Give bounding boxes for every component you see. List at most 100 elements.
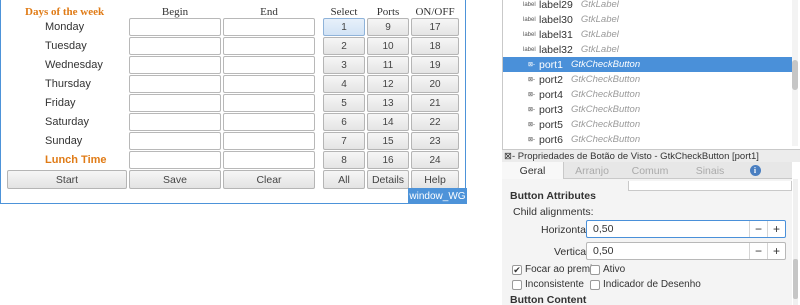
select-button[interactable]: 1 xyxy=(323,18,365,36)
onoff-button[interactable]: 20 xyxy=(411,75,459,93)
tree-item[interactable]: ⊠- port6 GtkCheckButton xyxy=(523,132,800,147)
tree-item-name: port3 xyxy=(539,103,563,116)
tree-scrollbar-thumb[interactable] xyxy=(792,60,798,90)
tab-accessibility[interactable]: i xyxy=(740,162,770,179)
begin-input[interactable] xyxy=(129,75,221,93)
day-label: Lunch Time xyxy=(45,154,107,166)
begin-input[interactable] xyxy=(129,18,221,36)
focus-on-press-checkbox[interactable]: ✔ Focar ao premir xyxy=(512,264,596,275)
vertical-increment-button[interactable]: + xyxy=(767,243,785,259)
select-button[interactable]: 4 xyxy=(323,75,365,93)
tree-item-type: GtkLabel xyxy=(580,44,619,55)
tab-arranjo[interactable]: Arranjo xyxy=(564,162,620,179)
tree-scrollbar[interactable] xyxy=(792,0,798,146)
end-input[interactable] xyxy=(223,37,315,55)
day-label: Thursday xyxy=(45,78,91,90)
onoff-button[interactable]: 22 xyxy=(411,113,459,131)
begin-input[interactable] xyxy=(129,151,221,169)
end-input[interactable] xyxy=(223,132,315,150)
port-button[interactable]: 16 xyxy=(367,151,409,169)
begin-input[interactable] xyxy=(129,94,221,112)
active-label: Ativo xyxy=(603,264,626,275)
port-button[interactable]: 15 xyxy=(367,132,409,150)
tree-item[interactable]: label label31 GtkLabel xyxy=(523,27,800,42)
onoff-button[interactable]: 24 xyxy=(411,151,459,169)
tree-item-name: port4 xyxy=(539,88,563,101)
tree-item-type: GtkLabel xyxy=(580,14,619,25)
port-button[interactable]: 10 xyxy=(367,37,409,55)
select-button[interactable]: 7 xyxy=(323,132,365,150)
start-button[interactable]: Start xyxy=(7,170,127,189)
tree-item-type: GtkLabel xyxy=(580,0,619,10)
active-checkbox[interactable]: Ativo xyxy=(590,264,625,275)
tree-item-name: port6 xyxy=(539,133,563,146)
tab-sinais[interactable]: Sinais xyxy=(680,162,740,179)
tree-item[interactable]: ⊠- port2 GtkCheckButton xyxy=(523,72,800,87)
label-icon: label xyxy=(523,16,536,23)
vertical-spin[interactable]: 0,50 − + xyxy=(586,242,786,260)
all-button[interactable]: All xyxy=(323,170,365,189)
port-button[interactable]: 14 xyxy=(367,113,409,131)
select-button[interactable]: 8 xyxy=(323,151,365,169)
tree-item-type: GtkCheckButton xyxy=(570,89,641,100)
tree-item[interactable]: ⊠- port5 GtkCheckButton xyxy=(523,117,800,132)
draw-indicator-label: Indicador de Desenho xyxy=(603,279,701,290)
horizontal-spin[interactable]: 0,50 − + xyxy=(586,220,786,238)
tree-item[interactable]: label label30 GtkLabel xyxy=(523,12,800,27)
horizontal-value[interactable]: 0,50 xyxy=(587,221,749,237)
days-header: Days of the week xyxy=(25,6,105,18)
onoff-button[interactable]: 19 xyxy=(411,56,459,74)
clipped-field xyxy=(628,181,792,191)
end-input[interactable] xyxy=(223,75,315,93)
properties-scrollbar[interactable] xyxy=(793,179,798,305)
end-input[interactable] xyxy=(223,151,315,169)
end-input[interactable] xyxy=(223,18,315,36)
child-alignments-label: Child alignments: xyxy=(513,206,594,218)
tree-item[interactable]: label label32 GtkLabel xyxy=(523,42,800,57)
label-icon: label xyxy=(523,31,536,38)
details-button[interactable]: Details xyxy=(367,170,409,189)
save-button[interactable]: Save xyxy=(129,170,221,189)
onoff-button[interactable]: 23 xyxy=(411,132,459,150)
check-icon: ⊠- xyxy=(527,77,535,83)
select-button[interactable]: 6 xyxy=(323,113,365,131)
tree-item[interactable]: ⊠- port4 GtkCheckButton xyxy=(523,87,800,102)
horizontal-label: Horizontal: xyxy=(541,224,592,236)
end-input[interactable] xyxy=(223,94,315,112)
draw-indicator-checkbox[interactable]: Indicador de Desenho xyxy=(590,279,701,290)
port-button[interactable]: 12 xyxy=(367,75,409,93)
info-icon: i xyxy=(749,165,761,176)
tree-item-selected[interactable]: ⊠- port1 GtkCheckButton xyxy=(503,57,793,72)
onoff-button[interactable]: 21 xyxy=(411,94,459,112)
begin-input[interactable] xyxy=(129,132,221,150)
select-button[interactable]: 5 xyxy=(323,94,365,112)
check-icon: ⊠- xyxy=(527,92,535,98)
help-button[interactable]: Help xyxy=(411,170,459,189)
tree-item[interactable]: ⊠- port3 GtkCheckButton xyxy=(523,102,800,117)
begin-input[interactable] xyxy=(129,37,221,55)
inconsistent-checkbox[interactable]: Inconsistente xyxy=(512,279,584,290)
onoff-button[interactable]: 18 xyxy=(411,37,459,55)
port-button[interactable]: 11 xyxy=(367,56,409,74)
tree-item-type: GtkCheckButton xyxy=(570,104,641,115)
begin-input[interactable] xyxy=(129,113,221,131)
horizontal-decrement-button[interactable]: − xyxy=(749,221,767,237)
end-input[interactable] xyxy=(223,113,315,131)
vertical-value[interactable]: 0,50 xyxy=(587,243,749,259)
tree-item-type: GtkCheckButton xyxy=(570,59,641,70)
end-input[interactable] xyxy=(223,56,315,74)
select-button[interactable]: 2 xyxy=(323,37,365,55)
port-button[interactable]: 13 xyxy=(367,94,409,112)
horizontal-increment-button[interactable]: + xyxy=(767,221,785,237)
properties-scrollbar-thumb[interactable] xyxy=(793,259,798,299)
clear-button[interactable]: Clear xyxy=(223,170,315,189)
tab-geral[interactable]: Geral xyxy=(502,162,564,179)
select-button[interactable]: 3 xyxy=(323,56,365,74)
check-icon: ⊠- xyxy=(527,137,535,143)
begin-input[interactable] xyxy=(129,56,221,74)
vertical-decrement-button[interactable]: − xyxy=(749,243,767,259)
onoff-button[interactable]: 17 xyxy=(411,18,459,36)
tree-item[interactable]: label label29 GtkLabel xyxy=(523,0,800,12)
tab-comum[interactable]: Comum xyxy=(620,162,680,179)
port-button[interactable]: 9 xyxy=(367,18,409,36)
